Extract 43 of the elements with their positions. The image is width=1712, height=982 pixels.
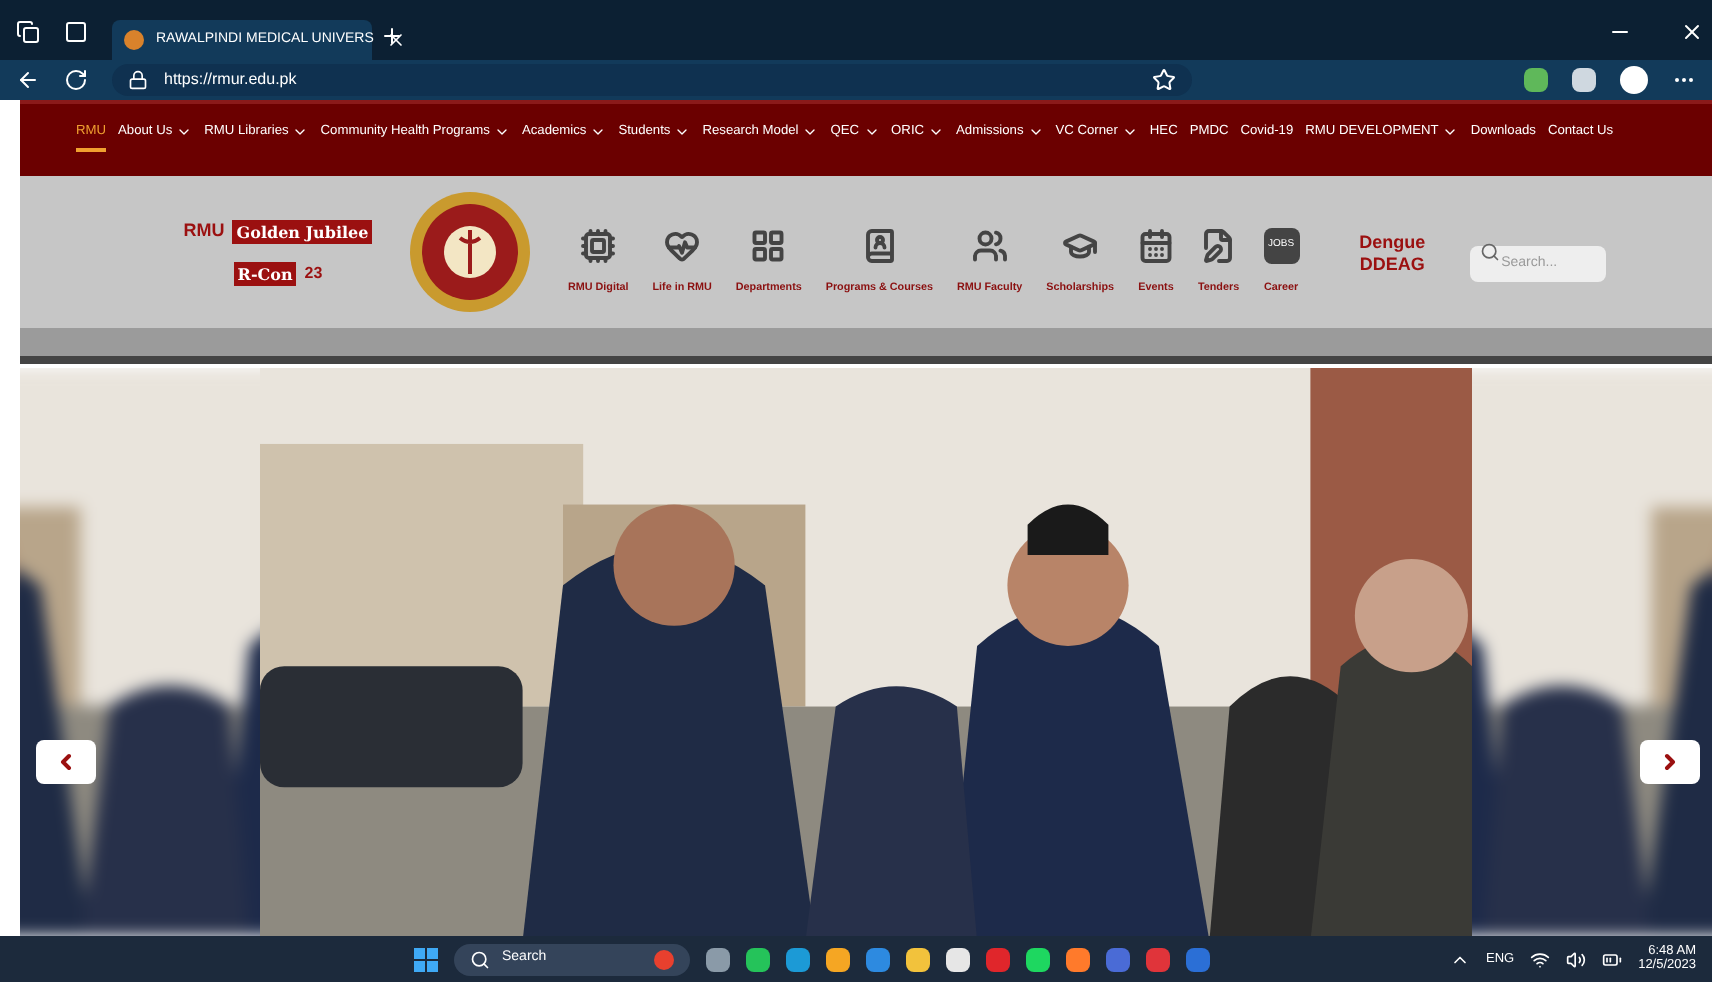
tab-icon[interactable] <box>64 20 88 44</box>
close-icon[interactable] <box>385 30 406 50</box>
site-favicon <box>124 30 144 50</box>
jubilee-prefix: RMU <box>183 218 225 245</box>
taskbar-app-icon[interactable] <box>1066 947 1090 971</box>
taskbar-app-icon[interactable] <box>946 947 970 971</box>
grid-icon <box>750 227 787 264</box>
dengue-link[interactable]: Dengue <box>1359 231 1426 254</box>
dengue-link[interactable]: DDEAG <box>1359 254 1425 277</box>
people-icon <box>971 227 1008 264</box>
calendar-icon <box>1138 227 1174 264</box>
taskbar-app-icon[interactable] <box>906 947 930 971</box>
back-icon[interactable] <box>16 68 40 92</box>
windows-start-icon[interactable] <box>414 947 438 971</box>
extension-icon[interactable] <box>1524 68 1548 92</box>
search-icon <box>1479 242 1500 262</box>
url-field[interactable]: https://rmur.edu.pk <box>112 64 1192 96</box>
new-tab-icon[interactable] <box>380 24 404 48</box>
close-icon[interactable] <box>1680 20 1704 44</box>
taskbar-app-icon[interactable] <box>1026 947 1050 971</box>
jubilee-title: Golden Jubilee <box>232 220 373 244</box>
search-icon <box>470 949 490 969</box>
favorite-icon[interactable] <box>1152 68 1176 92</box>
profile-avatar[interactable] <box>1620 66 1648 94</box>
widget-icon <box>654 949 674 969</box>
wifi-icon[interactable] <box>1530 949 1551 969</box>
tabs-icon[interactable] <box>16 20 40 44</box>
person-book-icon <box>861 227 898 264</box>
extension-icon[interactable] <box>1572 68 1596 92</box>
heart-pulse-icon <box>664 227 701 264</box>
event-name: R-Con <box>233 261 297 286</box>
lock-icon <box>128 70 148 90</box>
taskbar-app-icon[interactable] <box>746 947 770 971</box>
next-slide-button[interactable] <box>1640 740 1700 784</box>
battery-icon[interactable] <box>1602 949 1623 969</box>
university-logo[interactable] <box>408 190 532 314</box>
taskbar-app-icon[interactable] <box>826 947 850 971</box>
event-year: 23 <box>304 261 323 286</box>
reload-icon[interactable] <box>64 68 88 92</box>
speaker-icon[interactable] <box>1566 949 1587 969</box>
document-pen-icon <box>1200 227 1237 264</box>
taskbar-app-icon[interactable] <box>706 947 730 971</box>
chip-gear-icon <box>580 227 617 264</box>
